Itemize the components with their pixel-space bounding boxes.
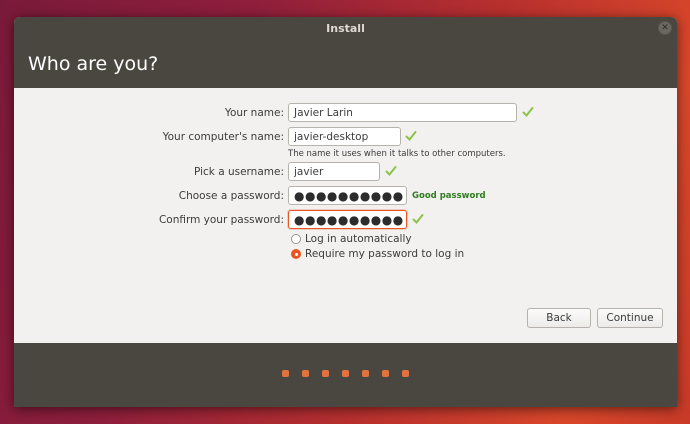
auto-login-option[interactable]: Log in automatically: [291, 233, 412, 245]
require-password-label: Require my password to log in: [305, 248, 465, 260]
confirm-password-label: Confirm your password:: [158, 214, 284, 226]
form-area: Your name: Javier Larin Your computer's …: [14, 88, 677, 343]
radio-button-selected[interactable]: [291, 249, 301, 259]
username-label: Pick a username:: [193, 166, 284, 178]
name-input[interactable]: Javier Larin: [288, 103, 517, 122]
checkmark-icon: [412, 214, 424, 224]
require-password-option[interactable]: Require my password to log in: [291, 248, 464, 260]
password-strength: Good password: [412, 191, 486, 201]
progress-dot: [302, 370, 309, 377]
checkmark-icon: [385, 166, 397, 176]
progress-dot: [322, 370, 329, 377]
computer-name-input[interactable]: javier-desktop: [288, 127, 401, 146]
page-title: Who are you?: [28, 52, 159, 75]
title-bar: Install ✕: [14, 17, 677, 39]
confirm-password-input[interactable]: ●●●●●●●●●●: [288, 210, 407, 229]
continue-button[interactable]: Continue: [597, 308, 663, 328]
computer-name-label: Your computer's name:: [162, 131, 284, 143]
computer-name-hint: The name it uses when it talks to other …: [288, 149, 506, 159]
progress-dot: [382, 370, 389, 377]
page-header: Who are you?: [14, 39, 677, 88]
progress-dot: [362, 370, 369, 377]
password-label: Choose a password:: [178, 190, 284, 202]
back-button[interactable]: Back: [527, 308, 591, 328]
name-label: Your name:: [224, 107, 284, 119]
progress-dot: [282, 370, 289, 377]
progress-footer: [14, 343, 677, 407]
checkmark-icon: [405, 131, 417, 141]
radio-button[interactable]: [291, 234, 301, 244]
username-input[interactable]: javier: [288, 162, 380, 181]
window-title: Install: [326, 21, 365, 35]
close-icon[interactable]: ✕: [658, 21, 672, 35]
progress-dot: [402, 370, 409, 377]
auto-login-label: Log in automatically: [305, 233, 412, 245]
progress-dot: [342, 370, 349, 377]
checkmark-icon: [522, 107, 534, 117]
password-input[interactable]: ●●●●●●●●●●: [288, 186, 407, 205]
progress-dots: [282, 370, 422, 377]
installer-window: Install ✕ Who are you? Your name: Javier…: [14, 17, 677, 407]
